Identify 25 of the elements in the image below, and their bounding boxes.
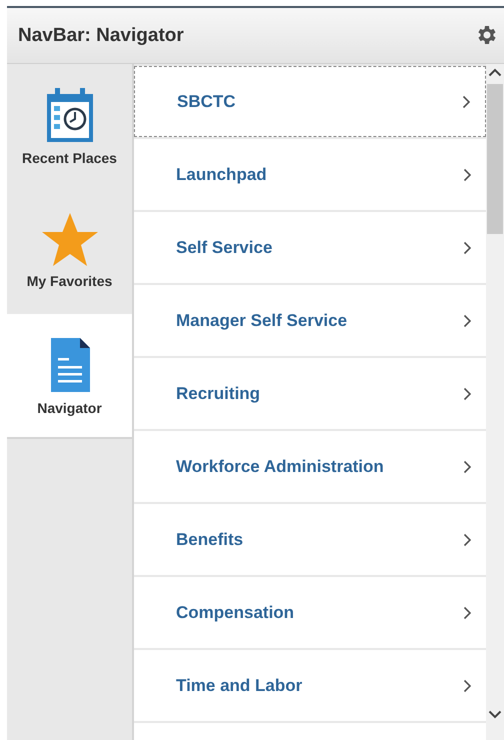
chevron-right-icon xyxy=(463,168,472,182)
sidebar-tab[interactable]: Navigator xyxy=(7,314,132,439)
header-title: NavBar: Navigator xyxy=(18,24,184,46)
chevron-right-icon xyxy=(463,386,472,400)
chevron-right-icon xyxy=(463,240,472,254)
chevron-right-icon xyxy=(462,94,471,108)
chevron-down-icon xyxy=(488,710,502,718)
star-icon xyxy=(40,212,98,267)
scrollbar[interactable] xyxy=(486,64,504,740)
menu-item[interactable]: Recruiting xyxy=(134,358,486,429)
chevron-right-icon xyxy=(463,678,472,692)
menu-item[interactable]: Manager Self Service xyxy=(134,285,486,356)
chevron-right-icon xyxy=(463,532,472,546)
menu-item[interactable]: Time and Labor xyxy=(134,650,486,721)
menu-item[interactable]: SBCTC xyxy=(134,66,486,137)
menu-item[interactable]: Launchpad xyxy=(134,139,486,210)
chevron-right-icon xyxy=(463,460,472,474)
menu-item[interactable]: Workforce Administration xyxy=(134,431,486,502)
chevron-up-icon xyxy=(488,68,502,76)
scroll-thumb[interactable] xyxy=(487,84,503,234)
menu-item[interactable]: Compensation xyxy=(134,577,486,648)
menu-item[interactable]: Self Service xyxy=(134,212,486,283)
menu-item[interactable]: Benefits xyxy=(134,504,486,575)
chevron-right-icon xyxy=(463,314,472,328)
chevron-right-icon xyxy=(463,606,472,620)
